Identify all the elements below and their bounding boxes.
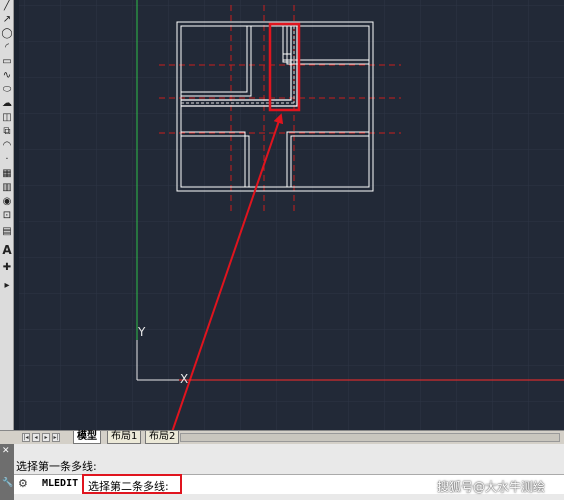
layout-tab-bar: |◂ ◂ ▸ ▸| 模型 布局1 布局2 — [0, 430, 564, 444]
more-tools-icon[interactable]: ▸ — [1, 280, 13, 292]
polyline-tool-icon[interactable]: ↗ — [1, 14, 13, 26]
draw-toolbar: ╱ ↗ ◯ ◜ ▭ ∿ ⬭ ☁ ◫ ⧉ ◠ · ▦ ▥ ◉ ⊡ ▤ A ✚ ▸ — [0, 0, 14, 430]
command-customize-icon[interactable]: ⚙ — [18, 477, 28, 490]
circle-tool-icon[interactable]: ◯ — [1, 28, 13, 40]
region-tool-icon[interactable]: ◉ — [1, 196, 13, 208]
drawing-canvas[interactable]: Y X — [19, 0, 564, 430]
ellipse-tool-icon[interactable]: ⬭ — [1, 84, 13, 96]
close-icon[interactable]: ✕ — [2, 446, 10, 456]
ellipse-arc-tool-icon[interactable]: ◠ — [1, 140, 13, 152]
tab-last-button[interactable]: ▸| — [52, 433, 60, 442]
horizontal-scrollbar[interactable] — [180, 433, 560, 442]
line-tool-icon[interactable]: ╱ — [1, 0, 13, 12]
command-history-line: 选择第一条多线: — [16, 460, 97, 473]
point-tool-icon[interactable]: · — [1, 154, 13, 166]
spline-tool-icon[interactable]: ∿ — [1, 70, 13, 82]
tab-next-button[interactable]: ▸ — [42, 433, 50, 442]
hatch-tool-icon[interactable]: ▦ — [1, 168, 13, 180]
block-tool-icon[interactable]: ◫ — [1, 112, 13, 124]
tab-model[interactable]: 模型 — [73, 431, 101, 444]
add-selected-tool-icon[interactable]: ✚ — [1, 262, 13, 274]
tab-layout1[interactable]: 布局1 — [107, 431, 142, 444]
insert-tool-icon[interactable]: ⧉ — [1, 126, 13, 138]
rectangle-tool-icon[interactable]: ▭ — [1, 56, 13, 68]
arc-tool-icon[interactable]: ◜ — [1, 42, 13, 54]
gradient-tool-icon[interactable]: ▥ — [1, 182, 13, 194]
ucs-y-label: Y — [137, 325, 146, 339]
command-name: MLEDIT — [42, 478, 79, 489]
tab-first-button[interactable]: |◂ — [22, 433, 30, 442]
tab-layout2[interactable]: 布局2 — [145, 431, 180, 444]
watermark: 搜狐号@大水牛测绘 — [437, 480, 546, 494]
ucs-x-label: X — [180, 372, 188, 386]
revcloud-tool-icon[interactable]: ☁ — [1, 98, 13, 110]
highlight-command-prompt — [82, 474, 182, 494]
command-window-handle[interactable]: ✕ 🔧 — [0, 444, 14, 500]
table-tool-icon[interactable]: ▤ — [1, 226, 13, 238]
boundary-tool-icon[interactable]: ⊡ — [1, 210, 13, 222]
tab-prev-button[interactable]: ◂ — [32, 433, 40, 442]
wrench-icon[interactable]: 🔧 — [2, 478, 13, 488]
text-tool-icon[interactable]: A — [1, 244, 13, 256]
